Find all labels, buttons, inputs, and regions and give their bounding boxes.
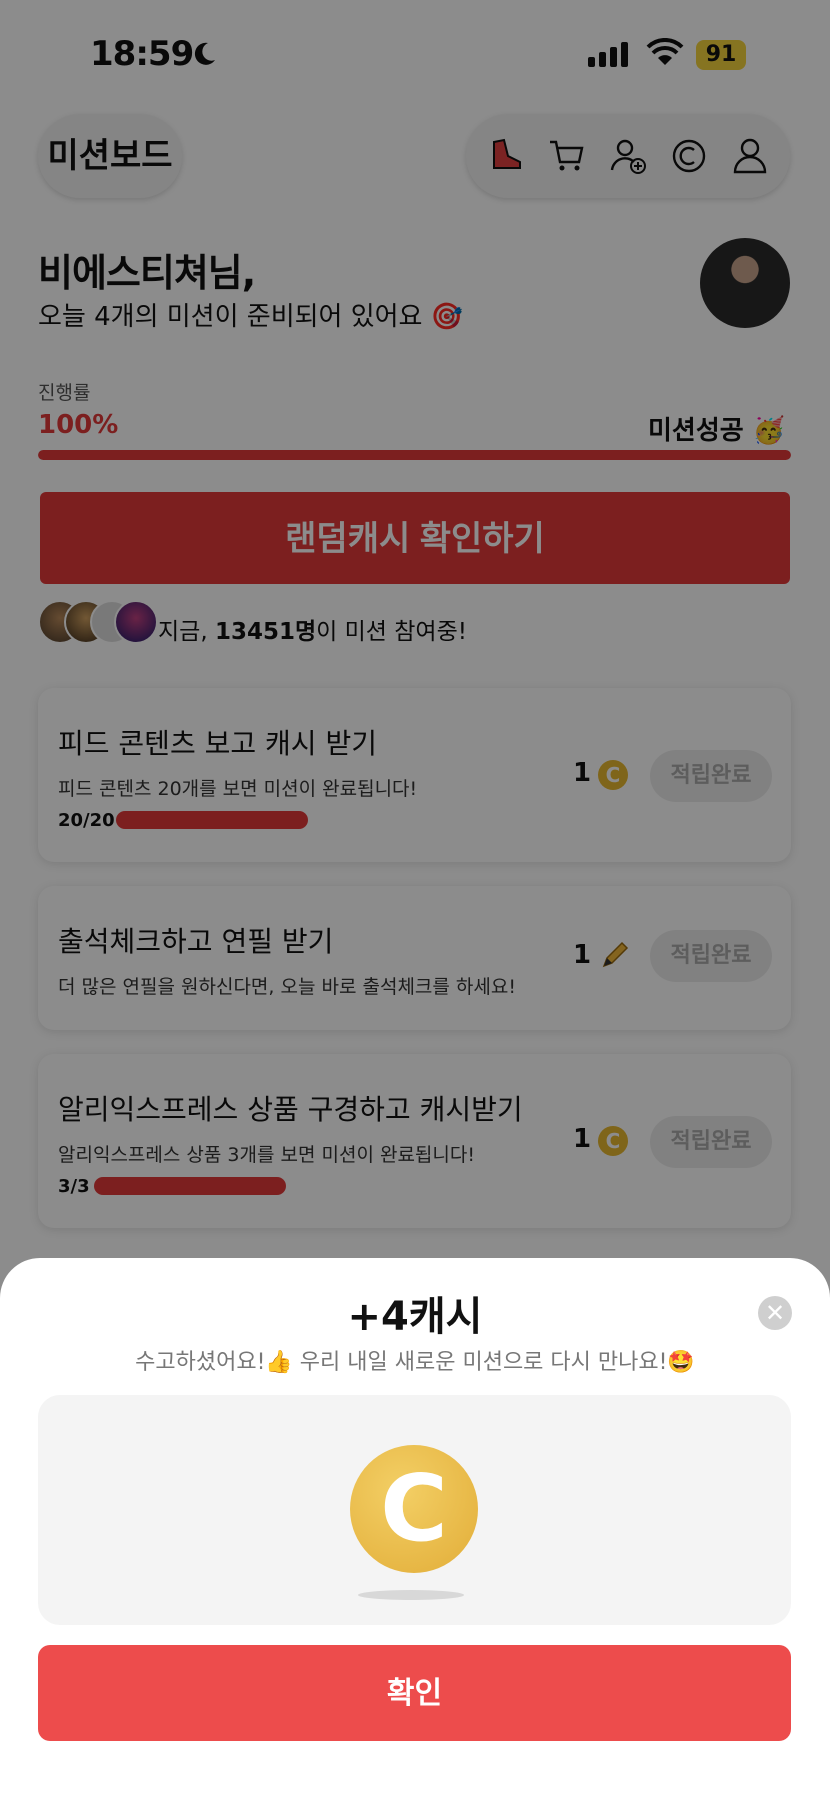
reward-subtitle: 수고하셨어요!👍 우리 내일 새로운 미션으로 다시 만나요!🤩 [135,1350,695,1375]
reward-title: +4캐시 [347,1294,483,1340]
coin-shadow [358,1590,464,1600]
coin-letter: C [380,1455,448,1562]
confirm-button[interactable]: 확인 [38,1645,791,1741]
close-icon[interactable]: ✕ [758,1296,792,1330]
